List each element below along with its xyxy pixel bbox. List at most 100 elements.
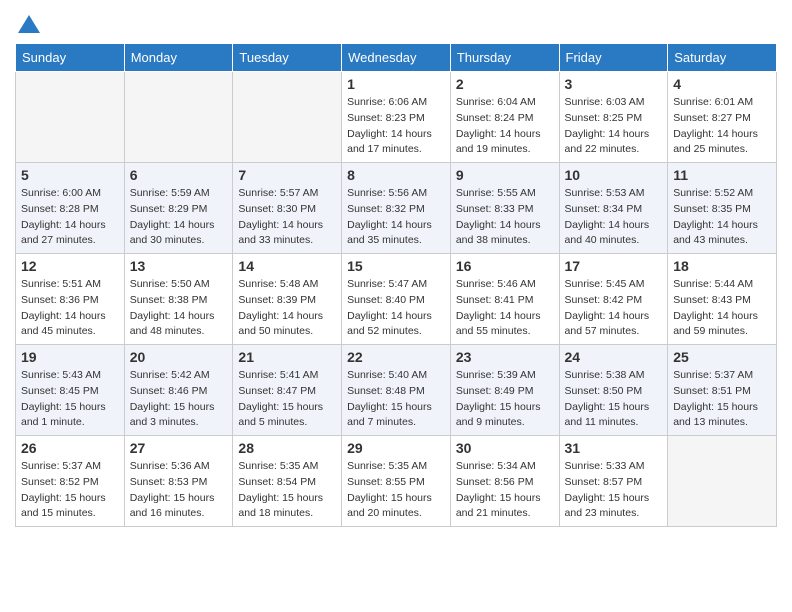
logo-icon [18,15,40,33]
day-info: Sunrise: 5:33 AMSunset: 8:57 PMDaylight:… [565,459,663,522]
day-of-week-header: Tuesday [233,44,342,72]
day-number: 9 [456,167,554,183]
calendar-day-cell: 24Sunrise: 5:38 AMSunset: 8:50 PMDayligh… [559,345,668,436]
day-info: Sunrise: 6:03 AMSunset: 8:25 PMDaylight:… [565,95,663,158]
day-number: 14 [238,258,336,274]
day-number: 5 [21,167,119,183]
calendar-day-cell: 23 Sunrise: 5:39 AMSunset: 8:49 PMDayligh… [450,345,559,436]
day-of-week-header: Friday [559,44,668,72]
calendar-day-cell: 6 Sunrise: 5:59 AMSunset: 8:29 PMDaylight… [124,163,233,254]
day-info: Sunrise: 6:00 AMSunset: 8:28 PMDaylight:… [21,186,119,249]
calendar-day-cell: 30 Sunrise: 5:34 AMSunset: 8:56 PMDayligh… [450,436,559,527]
calendar-day-cell: 12 Sunrise: 5:51 AMSunset: 8:36 PMDayligh… [16,254,125,345]
calendar-day-cell: 4 Sunrise: 6:01 AMSunset: 8:27 PMDaylight… [668,72,777,163]
day-info: Sunrise: 5:51 AMSunset: 8:36 PMDaylight:… [21,277,119,340]
day-info: Sunrise: 5:45 AMSunset: 8:42 PMDaylight:… [565,277,663,340]
day-number: 28 [238,440,336,456]
day-number: 7 [238,167,336,183]
day-info: Sunrise: 5:42 AMSunset: 8:46 PMDaylight:… [130,368,228,431]
day-info: Sunrise: 5:59 AMSunset: 8:29 PMDaylight:… [130,186,228,249]
day-number: 15 [347,258,445,274]
calendar-day-cell: 5 Sunrise: 6:00 AMSunset: 8:28 PMDaylight… [16,163,125,254]
day-info: Sunrise: 6:01 AMSunset: 8:27 PMDaylight:… [673,95,771,158]
calendar-week-row: 12 Sunrise: 5:51 AMSunset: 8:36 PMDayligh… [16,254,777,345]
day-number: 21 [238,349,336,365]
calendar-day-cell: 10Sunrise: 5:53 AMSunset: 8:34 PMDayligh… [559,163,668,254]
calendar-day-cell: 14 Sunrise: 5:48 AMSunset: 8:39 PMDayligh… [233,254,342,345]
calendar-day-cell: 29Sunrise: 5:35 AMSunset: 8:55 PMDayligh… [342,436,451,527]
calendar-day-cell: 27 Sunrise: 5:36 AMSunset: 8:53 PMDayligh… [124,436,233,527]
logo [15,15,40,33]
day-number: 22 [347,349,445,365]
calendar-day-cell: 1 Sunrise: 6:06 AMSunset: 8:23 PMDaylight… [342,72,451,163]
day-of-week-header: Monday [124,44,233,72]
calendar-day-cell: 28 Sunrise: 5:35 AMSunset: 8:54 PMDayligh… [233,436,342,527]
day-info: Sunrise: 5:35 AMSunset: 8:54 PMDaylight:… [238,459,336,522]
calendar-day-cell: 8 Sunrise: 5:56 AMSunset: 8:32 PMDaylight… [342,163,451,254]
day-number: 20 [130,349,228,365]
day-info: Sunrise: 5:52 AMSunset: 8:35 PMDaylight:… [673,186,771,249]
day-info: Sunrise: 5:36 AMSunset: 8:53 PMDaylight:… [130,459,228,522]
day-number: 1 [347,76,445,92]
calendar-day-cell: 25 Sunrise: 5:37 AMSunset: 8:51 PMDayligh… [668,345,777,436]
day-number: 4 [673,76,771,92]
day-info: Sunrise: 5:57 AMSunset: 8:30 PMDaylight:… [238,186,336,249]
calendar-week-row: 5 Sunrise: 6:00 AMSunset: 8:28 PMDaylight… [16,163,777,254]
day-info: Sunrise: 5:48 AMSunset: 8:39 PMDaylight:… [238,277,336,340]
day-info: Sunrise: 6:06 AMSunset: 8:23 PMDaylight:… [347,95,445,158]
calendar-day-cell: 11 Sunrise: 5:52 AMSunset: 8:35 PMDayligh… [668,163,777,254]
day-number: 3 [565,76,663,92]
day-number: 10 [565,167,663,183]
day-number: 6 [130,167,228,183]
calendar-week-row: 19 Sunrise: 5:43 AMSunset: 8:45 PMDayligh… [16,345,777,436]
day-number: 27 [130,440,228,456]
calendar-day-cell: 20 Sunrise: 5:42 AMSunset: 8:46 PMDayligh… [124,345,233,436]
day-number: 16 [456,258,554,274]
day-info: Sunrise: 6:04 AMSunset: 8:24 PMDaylight:… [456,95,554,158]
calendar-day-cell: 15 Sunrise: 5:47 AMSunset: 8:40 PMDayligh… [342,254,451,345]
day-of-week-header: Saturday [668,44,777,72]
day-info: Sunrise: 5:44 AMSunset: 8:43 PMDaylight:… [673,277,771,340]
page-header [15,15,777,33]
day-number: 30 [456,440,554,456]
calendar-day-cell: 31 Sunrise: 5:33 AMSunset: 8:57 PMDayligh… [559,436,668,527]
day-number: 31 [565,440,663,456]
calendar-day-cell: 19 Sunrise: 5:43 AMSunset: 8:45 PMDayligh… [16,345,125,436]
day-info: Sunrise: 5:37 AMSunset: 8:51 PMDaylight:… [673,368,771,431]
day-number: 8 [347,167,445,183]
day-info: Sunrise: 5:41 AMSunset: 8:47 PMDaylight:… [238,368,336,431]
day-info: Sunrise: 5:34 AMSunset: 8:56 PMDaylight:… [456,459,554,522]
day-number: 12 [21,258,119,274]
day-number: 17 [565,258,663,274]
day-info: Sunrise: 5:38 AMSunset: 8:50 PMDaylight:… [565,368,663,431]
calendar-day-cell: 18Sunrise: 5:44 AMSunset: 8:43 PMDayligh… [668,254,777,345]
day-number: 13 [130,258,228,274]
calendar-day-cell: 26Sunrise: 5:37 AMSunset: 8:52 PMDayligh… [16,436,125,527]
day-of-week-header: Sunday [16,44,125,72]
day-of-week-header: Wednesday [342,44,451,72]
calendar-day-cell: 9 Sunrise: 5:55 AMSunset: 8:33 PMDaylight… [450,163,559,254]
day-info: Sunrise: 5:40 AMSunset: 8:48 PMDaylight:… [347,368,445,431]
day-info: Sunrise: 5:39 AMSunset: 8:49 PMDaylight:… [456,368,554,431]
day-info: Sunrise: 5:55 AMSunset: 8:33 PMDaylight:… [456,186,554,249]
calendar-day-cell [668,436,777,527]
calendar-day-cell: 2 Sunrise: 6:04 AMSunset: 8:24 PMDaylight… [450,72,559,163]
day-info: Sunrise: 5:50 AMSunset: 8:38 PMDaylight:… [130,277,228,340]
calendar-day-cell: 7 Sunrise: 5:57 AMSunset: 8:30 PMDaylight… [233,163,342,254]
day-number: 25 [673,349,771,365]
calendar-day-cell: 21 Sunrise: 5:41 AMSunset: 8:47 PMDayligh… [233,345,342,436]
day-info: Sunrise: 5:56 AMSunset: 8:32 PMDaylight:… [347,186,445,249]
calendar-day-cell: 16 Sunrise: 5:46 AMSunset: 8:41 PMDayligh… [450,254,559,345]
day-number: 19 [21,349,119,365]
day-info: Sunrise: 5:46 AMSunset: 8:41 PMDaylight:… [456,277,554,340]
day-number: 2 [456,76,554,92]
day-info: Sunrise: 5:43 AMSunset: 8:45 PMDaylight:… [21,368,119,431]
day-info: Sunrise: 5:47 AMSunset: 8:40 PMDaylight:… [347,277,445,340]
calendar-day-cell: 13 Sunrise: 5:50 AMSunset: 8:38 PMDayligh… [124,254,233,345]
day-number: 11 [673,167,771,183]
day-number: 23 [456,349,554,365]
day-info: Sunrise: 5:37 AMSunset: 8:52 PMDaylight:… [21,459,119,522]
calendar-day-cell: 22 Sunrise: 5:40 AMSunset: 8:48 PMDayligh… [342,345,451,436]
calendar-day-cell [16,72,125,163]
day-of-week-header: Thursday [450,44,559,72]
